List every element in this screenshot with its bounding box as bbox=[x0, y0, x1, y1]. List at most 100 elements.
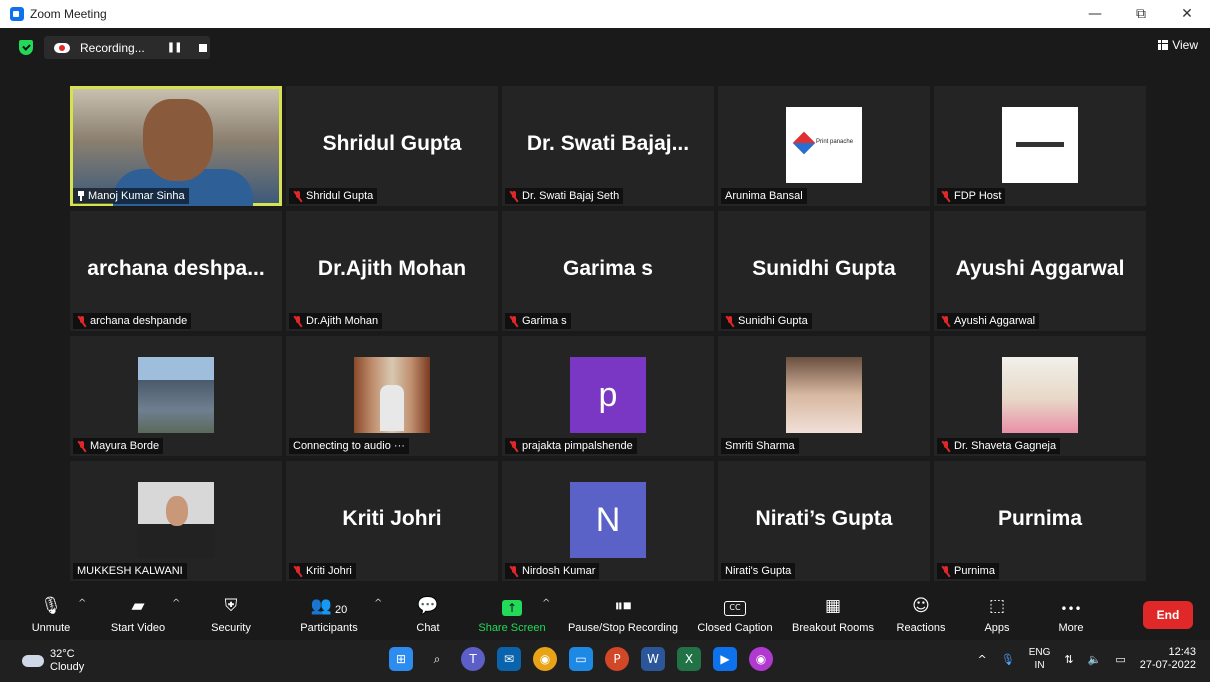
weather-condition: Cloudy bbox=[50, 661, 85, 673]
desktop-icon[interactable]: ▭ bbox=[569, 647, 593, 671]
participants-button[interactable]: 👥 20 Participants bbox=[296, 590, 362, 640]
participant-tile[interactable]: Dr.Ajith Mohan Dr.Ajith Mohan bbox=[286, 211, 498, 331]
chat-button[interactable]: 💬 Chat bbox=[412, 590, 444, 640]
participant-tile[interactable]: Print panache Arunima Bansal bbox=[718, 86, 930, 206]
clock[interactable]: 12:43 27-07-2022 bbox=[1140, 646, 1196, 672]
view-button[interactable]: View bbox=[1158, 38, 1198, 52]
weather-widget[interactable]: 32°C Cloudy bbox=[22, 648, 84, 674]
participant-name: Shridul Gupta bbox=[306, 190, 374, 202]
maximize-button[interactable]: ⧉ bbox=[1118, 0, 1164, 28]
participant-display-name: Garima s bbox=[563, 257, 653, 280]
participant-tile[interactable]: Mayura Borde bbox=[70, 336, 282, 456]
start-video-button[interactable]: ▰ Start Video bbox=[106, 590, 170, 640]
mic-muted-icon bbox=[941, 190, 951, 202]
participant-name-tag: Mayura Borde bbox=[73, 438, 164, 454]
participant-display-name: archana deshpa... bbox=[87, 257, 265, 280]
mic-muted-icon bbox=[293, 565, 303, 577]
participant-name: Nirdosh Kumar bbox=[522, 565, 596, 577]
close-button[interactable]: ✕ bbox=[1164, 0, 1210, 28]
battery-icon[interactable]: ▭ bbox=[1115, 653, 1125, 666]
volume-icon[interactable]: 🔈 bbox=[1088, 653, 1102, 666]
participant-tile[interactable]: N Nirdosh Kumar bbox=[502, 461, 714, 581]
video-off-icon: ▰ bbox=[131, 596, 145, 616]
participant-name-tag: Nirati's Gupta bbox=[721, 563, 796, 579]
participant-name: Purnima bbox=[954, 565, 995, 577]
microphone-tray-icon[interactable]: 🎙 bbox=[1001, 653, 1015, 666]
participant-tile[interactable]: Ayushi Aggarwal Ayushi Aggarwal bbox=[934, 211, 1146, 331]
participant-tile[interactable]: Garima s Garima s bbox=[502, 211, 714, 331]
end-meeting-button[interactable]: End bbox=[1143, 601, 1193, 629]
mic-muted-icon bbox=[941, 315, 951, 327]
participant-name-tag: Garima s bbox=[505, 313, 571, 329]
participants-icon: 👥 20 bbox=[310, 596, 348, 616]
encryption-shield-icon[interactable] bbox=[19, 40, 33, 55]
participant-tile[interactable]: Shridul Gupta Shridul Gupta bbox=[286, 86, 498, 206]
chrome-icon[interactable]: ◉ bbox=[533, 647, 557, 671]
share-screen-button[interactable]: ↑ Share Screen bbox=[476, 590, 548, 640]
participant-name: Nirati's Gupta bbox=[725, 565, 792, 577]
network-icon[interactable]: ⇅ bbox=[1064, 653, 1073, 666]
temperature: 32°C bbox=[50, 648, 75, 660]
search-icon[interactable]: ⌕ bbox=[425, 647, 449, 671]
pin-icon bbox=[77, 191, 85, 201]
participant-tile[interactable]: Smriti Sharma bbox=[718, 336, 930, 456]
word-icon[interactable]: W bbox=[641, 647, 665, 671]
participant-name-tag: Sunidhi Gupta bbox=[721, 313, 812, 329]
participant-tile[interactable]: Sunidhi Gupta Sunidhi Gupta bbox=[718, 211, 930, 331]
apps-button[interactable]: ⬚ Apps bbox=[982, 590, 1012, 640]
participant-tile[interactable]: Connecting to audio ··· bbox=[286, 336, 498, 456]
participant-tile[interactable]: FDP Host bbox=[934, 86, 1146, 206]
logo-mark bbox=[792, 131, 816, 155]
stop-recording-icon[interactable] bbox=[199, 43, 208, 52]
share-options-caret-icon[interactable]: ^ bbox=[542, 598, 550, 609]
teams-icon[interactable]: T bbox=[461, 647, 485, 671]
apps-label: Apps bbox=[984, 622, 1010, 634]
zoom-taskbar-icon[interactable]: ▶ bbox=[713, 647, 737, 671]
participant-name: Mayura Borde bbox=[90, 440, 160, 452]
reactions-button[interactable]: ☺ Reactions bbox=[893, 590, 949, 640]
breakout-rooms-button[interactable]: ▦ Breakout Rooms bbox=[788, 590, 878, 640]
participants-count: 20 bbox=[334, 604, 348, 616]
participant-name: Dr. Swati Bajaj Seth bbox=[522, 190, 620, 202]
participant-tile[interactable]: Nirati’s Gupta Nirati's Gupta bbox=[718, 461, 930, 581]
meeting-area: Recording... ❚❚ View Manoj Kumar Sinha Sh… bbox=[0, 28, 1210, 590]
participant-display-name: Sunidhi Gupta bbox=[752, 257, 896, 280]
security-button[interactable]: ⛨ Security bbox=[206, 590, 256, 640]
pause-stop-recording-button[interactable]: ⏸⏹ Pause/Stop Recording bbox=[564, 590, 682, 640]
audio-options-caret-icon[interactable]: ^ bbox=[78, 598, 86, 609]
participant-name-tag: Manoj Kumar Sinha bbox=[73, 188, 189, 204]
participant-display-name: Dr. Swati Bajaj... bbox=[526, 132, 690, 155]
logo-mark bbox=[1016, 142, 1064, 147]
powerpoint-icon[interactable]: P bbox=[605, 647, 629, 671]
participant-tile[interactable]: Dr. Shaveta Gagneja bbox=[934, 336, 1146, 456]
participant-name-tag: Dr. Shaveta Gagneja bbox=[937, 438, 1061, 454]
participant-tile[interactable]: MUKKESH KALWANI bbox=[70, 461, 282, 581]
tray-overflow-icon[interactable]: ^ bbox=[978, 653, 987, 666]
participant-tile[interactable]: Manoj Kumar Sinha bbox=[70, 86, 282, 206]
share-screen-icon: ↑ bbox=[502, 590, 522, 616]
participant-tile[interactable]: p prajakta pimpalshende bbox=[502, 336, 714, 456]
excel-icon[interactable]: X bbox=[677, 647, 701, 671]
participants-caret-icon[interactable]: ^ bbox=[374, 598, 382, 609]
closed-caption-button[interactable]: CC Closed Caption bbox=[694, 590, 776, 640]
minimize-button[interactable]: — bbox=[1072, 0, 1118, 28]
participant-tile[interactable]: Purnima Purnima bbox=[934, 461, 1146, 581]
participant-tile[interactable]: Dr. Swati Bajaj... Dr. Swati Bajaj Seth bbox=[502, 86, 714, 206]
language-indicator[interactable]: ENG IN bbox=[1029, 646, 1051, 672]
participant-tile[interactable]: Kriti Johri Kriti Johri bbox=[286, 461, 498, 581]
participants-label: Participants bbox=[300, 622, 358, 634]
mic-muted-icon bbox=[77, 440, 87, 452]
window-controls: — ⧉ ✕ bbox=[1072, 0, 1210, 28]
video-options-caret-icon[interactable]: ^ bbox=[172, 598, 180, 609]
chrome-profile-icon[interactable]: ◉ bbox=[749, 647, 773, 671]
participant-display-name: Dr.Ajith Mohan bbox=[317, 257, 467, 280]
participant-display-name: Shridul Gupta bbox=[322, 132, 462, 155]
unmute-button[interactable]: 🎙 Unmute bbox=[26, 590, 76, 640]
more-button[interactable]: ••• More bbox=[1054, 590, 1088, 640]
participant-video bbox=[73, 89, 279, 206]
avatar-image bbox=[354, 357, 430, 433]
participant-tile[interactable]: archana deshpa... archana deshpande bbox=[70, 211, 282, 331]
mail-icon[interactable]: ✉ bbox=[497, 647, 521, 671]
pause-recording-icon[interactable]: ❚❚ bbox=[167, 42, 183, 53]
windows-start-icon[interactable]: ⊞ bbox=[389, 647, 413, 671]
